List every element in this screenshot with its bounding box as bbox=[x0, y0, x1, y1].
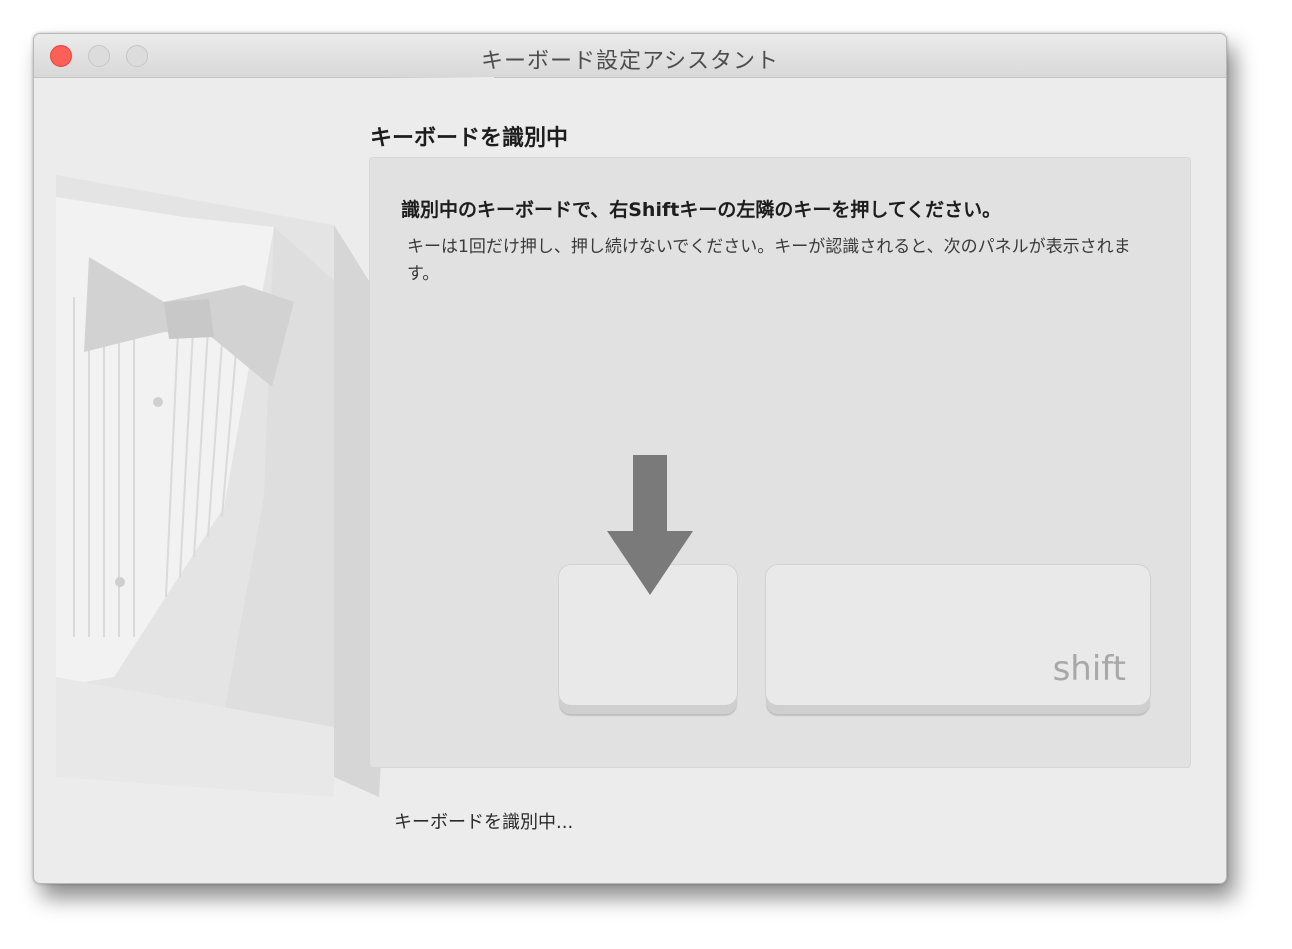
shift-key-label: shift bbox=[1052, 649, 1126, 689]
window-title: キーボード設定アシスタント bbox=[480, 49, 780, 74]
instruction-text: 識別中のキーボードで、右Shiftキーの左隣のキーを押してください。 bbox=[401, 199, 1002, 221]
shift-key-graphic: shift bbox=[766, 565, 1150, 705]
instruction-panel: 識別中のキーボードで、右Shiftキーの左隣のキーを押してください。 キーは1回… bbox=[369, 157, 1191, 768]
instruction-note: キーは1回だけ押し、押し続けないでください。キーが認識されると、次のパネルが表示… bbox=[407, 237, 1131, 284]
status-text: キーボードを識別中... bbox=[394, 812, 574, 833]
arrow-down-icon bbox=[607, 455, 693, 595]
page-heading: キーボードを識別中 bbox=[370, 126, 569, 151]
title-bar[interactable]: キーボード設定アシスタント bbox=[34, 34, 1226, 78]
assistant-window: キーボード設定アシスタント キーボードを識別中 識別中のキーボードで、右Shif… bbox=[33, 33, 1227, 884]
